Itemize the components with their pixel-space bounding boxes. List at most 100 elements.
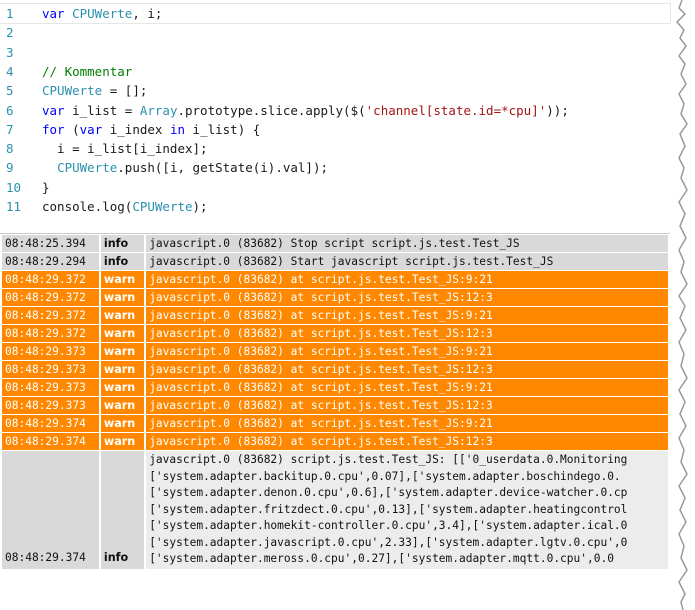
log-row[interactable]: 08:48:25.394 info javascript.0 (83682) Sto… <box>2 235 668 252</box>
code-text[interactable]: CPUWerte = []; <box>38 81 147 100</box>
code-token: CPUWerte <box>72 6 133 21</box>
log-time: 08:48:29.372 <box>2 325 99 342</box>
log-message-line: ['system.adapter.fritzdect.0.cpu',0.13],… <box>149 502 628 516</box>
log-row[interactable]: 08:48:29.374 warn javascript.0 (83682) at … <box>2 433 668 450</box>
log-level: info <box>100 451 145 569</box>
log-message-line: ['system.adapter.javascript.0.cpu',2.33]… <box>149 535 628 549</box>
line-number: 4 <box>6 63 14 79</box>
code-token: .prototype.slice.apply($( <box>177 102 366 118</box>
code-token: CPUWerte <box>132 199 193 214</box>
code-line[interactable]: 8 i = i_list[i_index]; <box>0 139 670 158</box>
log-level: warn <box>100 379 145 396</box>
log-time: 08:48:29.373 <box>2 379 99 396</box>
log-time: 08:48:29.373 <box>2 343 99 360</box>
log-level: warn <box>100 289 145 306</box>
log-row[interactable]: 08:48:29.373 warn javascript.0 (83682) at … <box>2 379 668 396</box>
code-line[interactable]: 7 for (var i_index in i_list) { <box>0 120 670 139</box>
log-message-line: ['system.adapter.backitup.0.cpu',0.07],[… <box>149 469 621 483</box>
code-line[interactable]: 2 <box>0 23 670 42</box>
log-message: javascript.0 (83682) at script.js.test.T… <box>146 307 668 324</box>
line-number: 11 <box>6 199 22 214</box>
code-token: var <box>42 102 73 118</box>
line-number: 3 <box>6 44 14 60</box>
code-line[interactable]: 6 var i_list = Array.prototype.slice.appl… <box>0 101 670 120</box>
code-token: i_list = <box>72 102 140 118</box>
log-message: javascript.0 (83682) Stop script script.… <box>146 235 668 252</box>
code-editor[interactable]: 1 var CPUWerte, i; 2 3 4 // Kommentar 5 CPUWert… <box>0 3 671 230</box>
log-row[interactable]: 08:48:29.372 warn javascript.0 (83682) at … <box>2 271 668 288</box>
log-message: javascript.0 (83682) at script.js.test.T… <box>146 415 668 432</box>
log-level: info <box>100 253 145 270</box>
code-token: ); <box>192 199 208 214</box>
log-message: javascript.0 (83682) at script.js.test.T… <box>146 361 668 378</box>
code-text[interactable]: // Kommentar <box>38 62 132 81</box>
log-message-line: ['system.adapter.denon.0.cpu',0.6],['sys… <box>149 486 628 499</box>
code-text[interactable]: var CPUWerte, i; <box>38 4 162 23</box>
log-row[interactable]: 08:48:29.373 warn javascript.0 (83682) at … <box>2 361 668 378</box>
line-number: 6 <box>6 102 14 118</box>
log-time: 08:48:29.372 <box>2 271 99 288</box>
log-message: javascript.0 (83682) script.js.test.Test… <box>146 451 668 569</box>
log-time: 08:48:29.373 <box>2 361 99 378</box>
code-line[interactable]: 5 CPUWerte = []; <box>0 81 670 100</box>
code-token: console.log( <box>42 199 133 214</box>
log-row[interactable]: 08:48:29.373 warn javascript.0 (83682) at … <box>2 397 668 414</box>
log-time: 08:48:29.374 <box>2 415 99 432</box>
code-line[interactable]: 1 var CPUWerte, i; <box>0 3 671 24</box>
log-row[interactable]: 08:48:29.372 warn javascript.0 (83682) at … <box>2 307 668 324</box>
log-message-line: ['system.adapter.homekit-controller.0.cp… <box>149 519 628 532</box>
log-panel: 08:48:25.394 info javascript.0 (83682) Sto… <box>0 233 670 610</box>
log-time: 08:48:29.374 <box>2 451 99 569</box>
code-line[interactable]: 4 // Kommentar <box>0 62 670 81</box>
line-number: 5 <box>6 83 14 99</box>
log-message: javascript.0 (83682) at script.js.test.T… <box>146 343 668 360</box>
line-number: 7 <box>6 121 14 137</box>
log-level: warn <box>100 307 145 324</box>
code-line[interactable]: 3 <box>0 43 670 62</box>
log-row[interactable]: 08:48:29.372 warn javascript.0 (83682) at … <box>2 325 668 342</box>
log-row[interactable]: 08:48:29.294 info javascript.0 (83682) Sta… <box>2 253 668 270</box>
code-token: for <box>42 121 73 137</box>
log-time: 08:48:29.372 <box>2 289 99 306</box>
log-level: warn <box>100 343 145 360</box>
log-level: warn <box>100 415 145 432</box>
log-message: javascript.0 (83682) Start javascript sc… <box>146 253 668 270</box>
log-message: javascript.0 (83682) at script.js.test.T… <box>146 271 668 288</box>
log-level: warn <box>100 325 145 342</box>
log-row-multiline[interactable]: 08:48:29.374 info javascript.0 (83682) scr… <box>2 451 668 569</box>
code-text[interactable]: CPUWerte.push([i, getState(i).val]); <box>38 158 328 177</box>
log-message: javascript.0 (83682) at script.js.test.T… <box>146 379 668 396</box>
code-token: i = i_list[i_index]; <box>42 141 208 157</box>
log-row[interactable]: 08:48:29.374 warn javascript.0 (83682) at … <box>2 415 668 432</box>
code-token: } <box>42 179 50 195</box>
line-number: 8 <box>6 141 14 157</box>
code-token: CPUWerte <box>42 83 103 99</box>
torn-edge <box>675 0 695 610</box>
log-level: warn <box>100 397 145 414</box>
log-message: javascript.0 (83682) at script.js.test.T… <box>146 397 668 414</box>
code-line[interactable]: 11 console.log(CPUWerte); <box>0 197 670 216</box>
log-time: 08:48:29.294 <box>2 253 99 270</box>
log-time: 08:48:29.373 <box>2 397 99 414</box>
line-number: 1 <box>6 6 14 21</box>
code-token: var <box>42 6 73 21</box>
log-level: info <box>100 235 145 252</box>
code-token: = []; <box>102 83 148 99</box>
code-text[interactable]: console.log(CPUWerte); <box>38 197 208 216</box>
log-row[interactable]: 08:48:29.373 warn javascript.0 (83682) at … <box>2 343 668 360</box>
line-number: 10 <box>6 179 22 195</box>
code-token: Array <box>139 102 178 118</box>
code-text[interactable]: var i_list = Array.prototype.slice.apply… <box>38 101 569 120</box>
code-text[interactable]: } <box>38 178 50 197</box>
code-text[interactable]: i = i_list[i_index]; <box>38 139 208 158</box>
code-text[interactable]: for (var i_index in i_list) { <box>38 120 260 139</box>
log-message-line: ['system.adapter.meross.0.cpu',0.27],['s… <box>149 552 614 565</box>
code-line[interactable]: 9 CPUWerte.push([i, getState(i).val]); <box>0 158 670 177</box>
log-time: 08:48:29.374 <box>2 433 99 450</box>
log-row[interactable]: 08:48:29.372 warn javascript.0 (83682) at … <box>2 289 668 306</box>
log-level: warn <box>100 271 145 288</box>
code-token: .push([i, getState(i).val]); <box>117 160 328 176</box>
screenshot-frame: 1 var CPUWerte, i; 2 3 4 // Kommentar 5 CPUWert… <box>0 0 695 610</box>
code-line[interactable]: 10} <box>0 178 670 197</box>
